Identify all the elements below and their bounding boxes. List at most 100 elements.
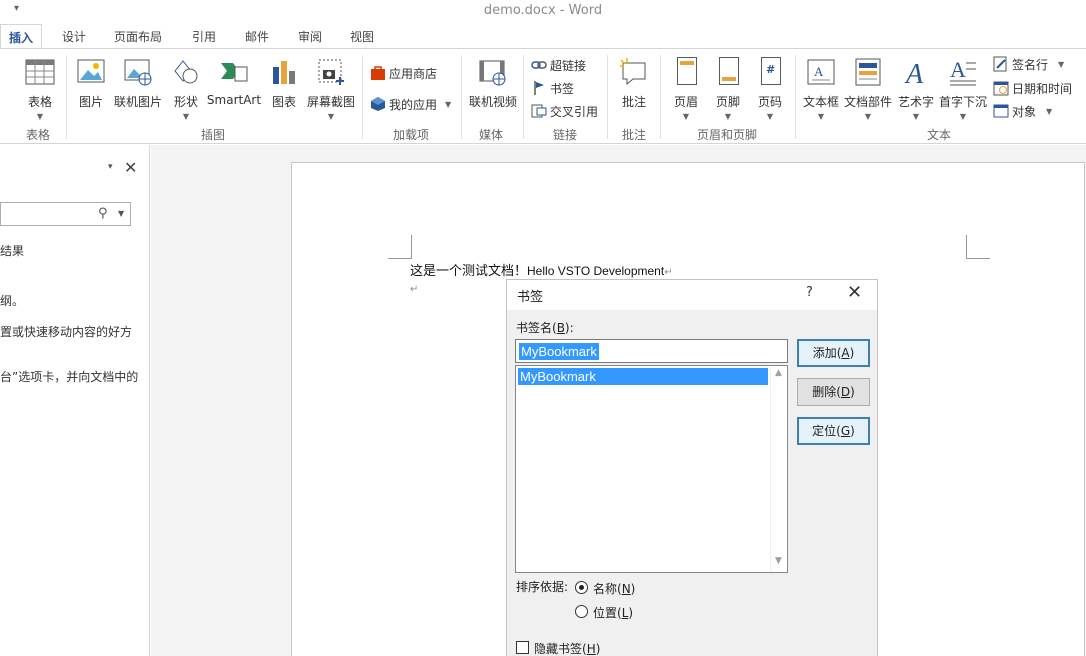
search-icon[interactable]: ⚲ xyxy=(98,206,108,221)
sort-by-name-radio[interactable] xyxy=(575,581,588,594)
online-picture-icon xyxy=(123,57,153,89)
quick-parts-button[interactable]: 文档部件 ▼ xyxy=(844,49,892,131)
sort-by-name-label[interactable]: 名称(N) xyxy=(593,580,635,597)
footer-button[interactable]: 页脚 ▼ xyxy=(712,49,744,131)
picture-icon xyxy=(76,57,106,89)
table-button[interactable]: 表格 ▼ xyxy=(24,49,56,131)
quick-parts-label: 文档部件 xyxy=(844,95,893,109)
chevron-down-icon[interactable]: ▼ xyxy=(118,209,124,218)
calendar-icon xyxy=(993,80,1009,96)
wordart-button[interactable]: A 艺术字 ▼ xyxy=(897,49,935,131)
chevron-down-icon: ▼ xyxy=(817,112,825,121)
pictures-button[interactable]: 图片 xyxy=(76,49,106,131)
scroll-up-icon[interactable]: ▲ xyxy=(775,368,782,378)
online-pictures-button[interactable]: 联机图片 xyxy=(112,49,164,131)
sort-by-location-radio[interactable] xyxy=(575,605,588,618)
group-label-illustrations: 插图 xyxy=(201,128,226,142)
shapes-label: 形状 xyxy=(173,95,198,109)
link-icon xyxy=(531,57,547,73)
drop-cap-button[interactable]: A 首字下沉 ▼ xyxy=(938,49,988,131)
delete-button[interactable]: 删除(D) xyxy=(797,378,870,406)
sort-by-location-label[interactable]: 位置(L) xyxy=(593,604,633,621)
hyperlink-label: 超链接 xyxy=(550,58,587,73)
document-text-cn: 这是一个测试文档！ xyxy=(410,264,528,279)
object-label: 对象 xyxy=(1012,104,1037,119)
title-bar: ▾ demo.docx - Word xyxy=(0,0,1086,24)
hidden-bookmarks-checkbox[interactable] xyxy=(516,641,529,654)
tab-insert[interactable]: 插入 xyxy=(0,24,43,49)
document-text-line[interactable]: 这是一个测试文档！Hello VSTO Development↵ xyxy=(410,260,673,279)
group-divider xyxy=(461,55,462,139)
tab-review[interactable]: 审阅 xyxy=(298,28,322,45)
cross-reference-button[interactable]: 交叉引用 xyxy=(531,101,598,121)
paragraph-mark: ↵ xyxy=(410,284,419,295)
chevron-down-icon: ▼ xyxy=(724,112,732,121)
bookmark-icon xyxy=(531,80,547,96)
group-divider xyxy=(66,55,67,139)
chart-label: 图表 xyxy=(271,95,296,109)
cross-reference-label: 交叉引用 xyxy=(550,104,599,119)
search-input[interactable]: ⚲ ▼ xyxy=(0,202,131,226)
chart-button[interactable]: 图表 xyxy=(270,49,298,131)
smartart-button[interactable]: SmartArt xyxy=(207,49,261,131)
chevron-down-icon: ▼ xyxy=(959,112,967,121)
store-button[interactable]: 应用商店 xyxy=(370,63,437,83)
comment-label: 批注 xyxy=(621,95,646,109)
add-button[interactable]: 添加(A) xyxy=(797,339,870,367)
cross-reference-icon xyxy=(531,103,547,119)
tab-layout[interactable]: 页面布局 xyxy=(114,28,162,45)
date-time-button[interactable]: 日期和时间 xyxy=(993,78,1072,98)
help-icon[interactable]: ? xyxy=(806,285,813,300)
chevron-down-icon: ▼ xyxy=(1046,106,1053,116)
pane-close-icon[interactable]: ✕ xyxy=(124,158,137,177)
video-icon xyxy=(478,57,508,89)
my-apps-button[interactable]: 我的应用 ▼ xyxy=(370,94,451,114)
dialog-title-bar[interactable]: 书签 ? ✕ xyxy=(507,280,877,310)
header-button[interactable]: 页眉 ▼ xyxy=(670,49,702,131)
bookmark-list[interactable]: MyBookmark ▲ ▼ xyxy=(515,365,788,573)
window-title: demo.docx - Word xyxy=(483,3,603,18)
wordart-label: 艺术字 xyxy=(897,95,934,109)
wordart-icon: A xyxy=(901,57,931,90)
table-icon xyxy=(25,57,55,89)
chevron-down-icon: ▼ xyxy=(445,99,452,109)
comment-button[interactable]: 批注 xyxy=(618,49,650,131)
text-box-button[interactable]: A 文本框 ▼ xyxy=(802,49,840,131)
tab-references[interactable]: 引用 xyxy=(192,28,216,45)
tab-mailings[interactable]: 邮件 xyxy=(245,28,269,45)
list-item[interactable]: MyBookmark xyxy=(518,368,768,385)
sort-by-label: 排序依据: xyxy=(516,580,569,594)
online-video-button[interactable]: 联机视频 xyxy=(467,49,519,131)
hyperlink-button[interactable]: 超链接 xyxy=(531,55,586,75)
word-window: ▾ demo.docx - Word 插入 设计 页面布局 引用 邮件 审阅 视… xyxy=(0,0,1086,656)
crop-mark xyxy=(388,235,412,259)
object-button[interactable]: 对象 ▼ xyxy=(993,101,1052,121)
navigation-pane: ▾ ✕ ⚲ ▼ 结果 纲。 置或快速移动内容的好方 台”选项卡，并向文档中的 xyxy=(0,145,150,656)
bookmark-name-label: 书签名(B): xyxy=(516,321,574,335)
signature-line-label: 签名行 xyxy=(1012,57,1049,72)
screenshot-button[interactable]: 屏幕截图 ▼ xyxy=(305,49,357,131)
online-video-label: 联机视频 xyxy=(468,95,517,109)
chevron-down-icon: ▼ xyxy=(912,112,920,121)
paragraph-mark: ↵ xyxy=(664,267,673,278)
signature-line-button[interactable]: 签名行 ▼ xyxy=(993,54,1064,74)
scroll-down-icon[interactable]: ▼ xyxy=(775,556,782,566)
store-label: 应用商店 xyxy=(389,66,438,81)
shapes-button[interactable]: 形状 ▼ xyxy=(172,49,200,131)
bookmark-button[interactable]: 书签 xyxy=(531,78,574,98)
close-icon[interactable]: ✕ xyxy=(847,282,862,303)
scrollbar[interactable]: ▲ ▼ xyxy=(770,366,787,572)
group-divider xyxy=(523,55,524,139)
hidden-bookmarks-label[interactable]: 隐藏书签(H) xyxy=(534,640,600,656)
tab-design[interactable]: 设计 xyxy=(62,28,86,45)
pane-options-icon[interactable]: ▾ xyxy=(108,162,113,172)
group-label-comments: 批注 xyxy=(622,128,647,142)
page-number-icon: # xyxy=(755,57,785,89)
my-apps-icon xyxy=(370,96,386,112)
tab-view[interactable]: 视图 xyxy=(350,28,374,45)
goto-button[interactable]: 定位(G) xyxy=(797,417,870,445)
store-icon xyxy=(370,65,386,81)
page-number-button[interactable]: # 页码 ▼ xyxy=(754,49,786,131)
bookmark-name-input[interactable]: MyBookmark xyxy=(515,339,788,363)
screenshot-icon xyxy=(316,57,346,89)
